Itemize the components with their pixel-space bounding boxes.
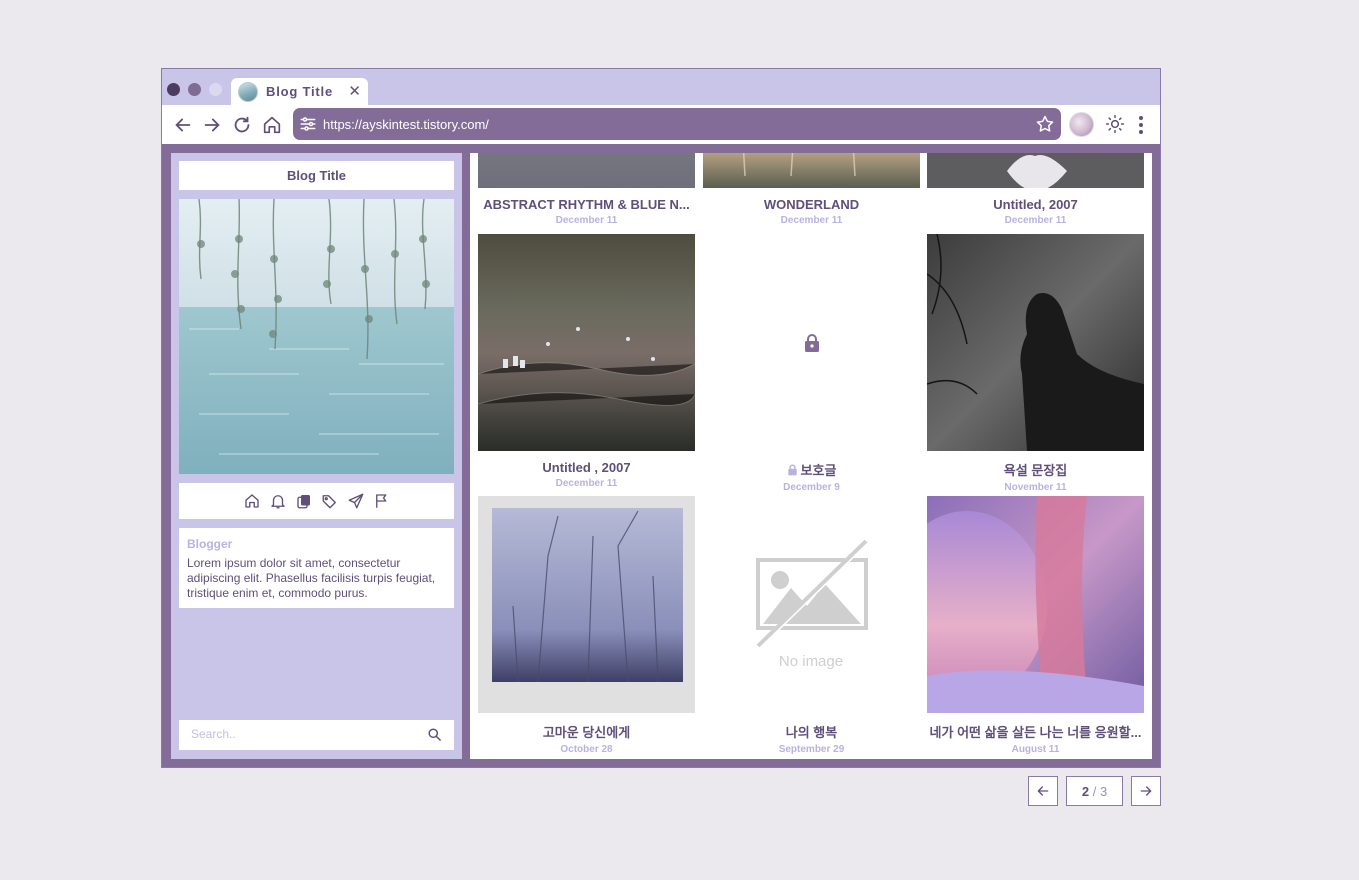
title-bar: Blog Title ✕ — [162, 69, 1160, 105]
bookmark-star-icon[interactable] — [1035, 114, 1055, 134]
copy-icon[interactable] — [295, 492, 313, 510]
post-thumbnail[interactable] — [927, 234, 1144, 451]
post-title[interactable]: 네가 어떤 삶을 살든 나는 너를 응원할... — [927, 722, 1144, 741]
post-title[interactable]: 보호글 — [703, 460, 920, 479]
forward-arrow-icon[interactable] — [201, 114, 223, 136]
prev-page-button[interactable] — [1028, 776, 1058, 806]
search-input[interactable] — [191, 727, 421, 741]
more-menu-icon[interactable] — [1131, 114, 1151, 136]
bell-icon[interactable] — [269, 492, 287, 510]
post-date: December 11 — [1004, 215, 1067, 226]
post-date: December 11 — [555, 215, 618, 226]
post-date: December 11 — [555, 478, 618, 489]
post-title[interactable]: 고마운 당신에게 — [478, 722, 695, 741]
post-title[interactable]: 욕설 문장집 — [927, 460, 1144, 479]
sidebar-profile-image — [179, 199, 454, 474]
sidebar: Blog Title Blogger Lorem ipsum dolor sit… — [171, 153, 462, 759]
post-date: September 29 — [778, 744, 845, 755]
page-separator: / — [1092, 783, 1097, 799]
post-grid: ABSTRACT RHYTHM & BLUE N... December 11 … — [470, 153, 1152, 759]
search-icon[interactable] — [427, 727, 442, 742]
post-title[interactable]: ABSTRACT RHYTHM & BLUE N... — [478, 197, 695, 212]
post-card[interactable]: 욕설 문장집 November 11 — [927, 234, 1144, 493]
sidebar-blog-title[interactable]: Blog Title — [179, 161, 454, 190]
address-bar[interactable]: https://ayskintest.tistory.com/ — [293, 108, 1061, 140]
post-card[interactable]: 고마운 당신에게 October 28 — [478, 496, 695, 755]
post-card[interactable]: Untitled , 2007 December 11 — [478, 234, 695, 489]
tab-close-icon[interactable]: ✕ — [348, 82, 361, 100]
post-thumbnail[interactable] — [927, 496, 1144, 713]
browser-toolbar: https://ayskintest.tistory.com/ — [162, 105, 1160, 145]
post-title[interactable]: Untitled, 2007 — [927, 197, 1144, 212]
post-card[interactable]: No image 나의 행복 September 29 — [703, 496, 920, 755]
site-settings-icon[interactable] — [299, 115, 317, 133]
post-thumbnail[interactable] — [478, 153, 695, 188]
post-card[interactable]: WONDERLAND December 11 — [703, 153, 920, 226]
maximize-window-button[interactable] — [209, 83, 222, 96]
url-text: https://ayskintest.tistory.com/ — [323, 116, 489, 132]
reload-icon[interactable] — [231, 114, 253, 136]
post-thumbnail[interactable] — [478, 234, 695, 451]
about-box: Blogger Lorem ipsum dolor sit amet, cons… — [179, 528, 454, 608]
next-page-button[interactable] — [1131, 776, 1161, 806]
post-card[interactable]: 네가 어떤 삶을 살든 나는 너를 응원할... August 11 — [927, 496, 1144, 755]
post-title[interactable]: 나의 행복 — [703, 722, 920, 741]
search-box — [179, 720, 454, 750]
current-page: 2 — [1081, 783, 1090, 799]
browser-tab[interactable]: Blog Title ✕ — [231, 78, 368, 105]
post-thumbnail[interactable] — [703, 153, 920, 188]
arrow-left-icon — [1037, 786, 1049, 796]
page-indicator: 2 / 3 — [1066, 776, 1123, 806]
post-date: October 28 — [560, 744, 613, 755]
close-window-button[interactable] — [167, 83, 180, 96]
sidebar-icon-bar — [179, 483, 454, 519]
back-arrow-icon[interactable] — [172, 114, 194, 136]
brightness-icon[interactable] — [1105, 114, 1125, 134]
post-card[interactable]: Untitled, 2007 December 11 — [927, 153, 1144, 226]
lock-icon — [803, 333, 821, 353]
blogger-name: Blogger — [187, 537, 233, 551]
post-card-protected[interactable]: 보호글 December 9 — [703, 234, 920, 493]
no-image-placeholder[interactable]: No image — [703, 496, 920, 713]
post-date: December 9 — [783, 482, 840, 493]
tags-icon[interactable] — [321, 492, 339, 510]
home-icon[interactable] — [243, 492, 261, 510]
tab-title: Blog Title — [266, 84, 333, 99]
minimize-window-button[interactable] — [188, 83, 201, 96]
post-date: December 11 — [780, 215, 843, 226]
post-thumbnail[interactable] — [927, 153, 1144, 188]
post-thumbnail[interactable] — [478, 496, 695, 713]
blogger-description: Lorem ipsum dolor sit amet, consectetur … — [187, 556, 436, 600]
post-title-text: 보호글 — [800, 463, 837, 478]
post-card[interactable]: ABSTRACT RHYTHM & BLUE N... December 11 — [478, 153, 695, 226]
total-pages: 3 — [1099, 783, 1108, 799]
home-icon[interactable] — [261, 114, 283, 136]
protected-thumbnail[interactable] — [703, 234, 920, 451]
no-image-text: No image — [779, 653, 843, 670]
profile-avatar[interactable] — [1069, 112, 1094, 137]
browser-window: Blog Title ✕ https://ayskintest.tistory.… — [161, 68, 1161, 768]
post-title[interactable]: WONDERLAND — [703, 197, 920, 212]
post-date: August 11 — [1011, 744, 1060, 755]
lock-icon — [787, 464, 798, 476]
arrow-right-icon — [1140, 786, 1152, 796]
send-icon[interactable] — [347, 492, 365, 510]
post-title[interactable]: Untitled , 2007 — [478, 460, 695, 475]
post-date: November 11 — [1004, 482, 1067, 493]
flag-icon[interactable] — [373, 492, 391, 510]
tab-favicon — [238, 81, 258, 102]
